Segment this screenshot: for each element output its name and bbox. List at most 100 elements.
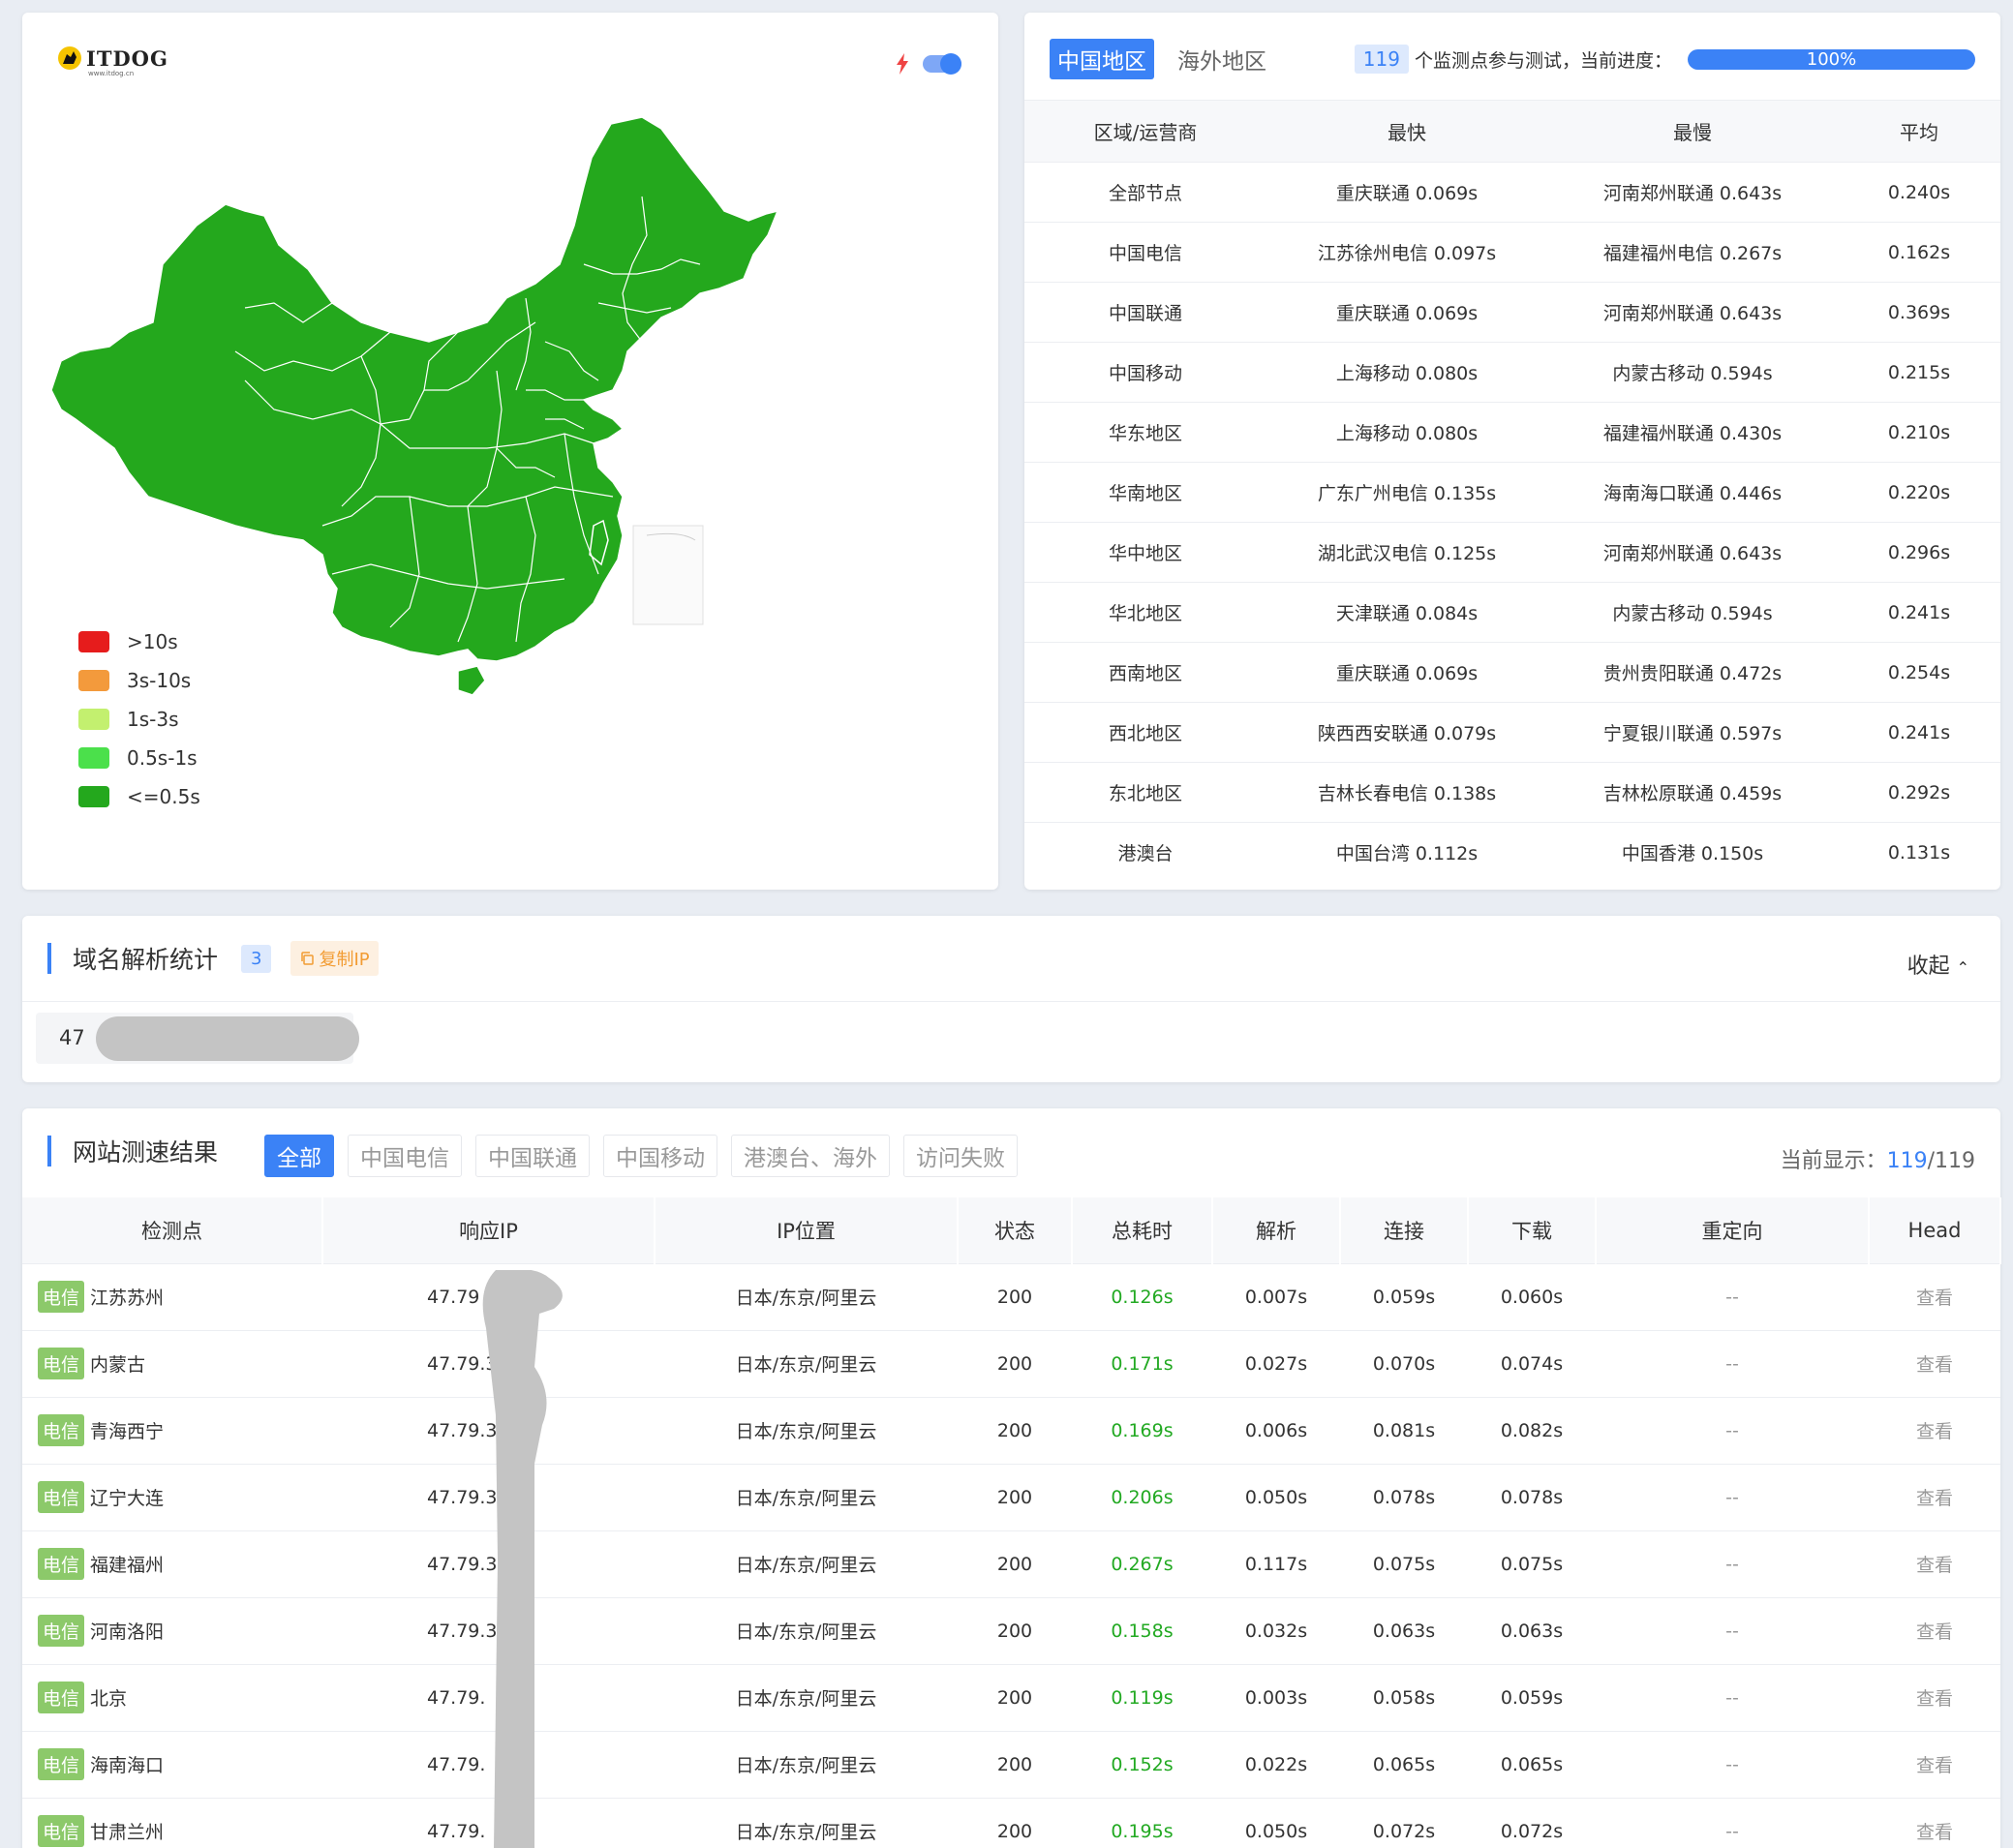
- status-code: 200: [958, 1463, 1072, 1530]
- table-row: 电信 北京 47.79. 日本/东京/阿里云 200 0.119s 0.003s 0.058s…: [22, 1663, 2000, 1731]
- showing-label: 当前显示：: [1780, 1149, 1887, 1173]
- results-header-cell[interactable]: 响应IP: [322, 1197, 656, 1263]
- stats-average: 0.162s: [1838, 222, 2000, 283]
- stats-region: 华南地区: [1024, 462, 1266, 523]
- stats-row: 中国电信 江苏徐州电信 0.097s 福建福州电信 0.267s 0.162s: [1024, 222, 2000, 283]
- stats-fastest: 江苏徐州电信 0.097s: [1266, 222, 1547, 283]
- stats-row: 全部节点 重庆联通 0.069s 河南郑州联通 0.643s 0.240s: [1024, 162, 2000, 223]
- filter-tab[interactable]: 中国移动: [603, 1135, 717, 1177]
- stats-fastest: 广东广州电信 0.135s: [1266, 462, 1547, 523]
- stats-region: 中国电信: [1024, 222, 1266, 283]
- region-stats-table: 区域/运营商 最快 最慢 平均 全部节点 重庆联通 0.069s 河南郑州联通 0.643…: [1024, 100, 2000, 883]
- filter-tab[interactable]: 全部: [264, 1135, 334, 1177]
- head-view-link[interactable]: 查看: [1869, 1329, 2000, 1397]
- connect-time: 0.075s: [1340, 1530, 1468, 1597]
- stats-region: 西南地区: [1024, 642, 1266, 703]
- filter-tab[interactable]: 港澳台、海外: [731, 1135, 890, 1177]
- brand-name: ITDOG: [86, 45, 168, 71]
- location-name: 河南洛阳: [90, 1621, 165, 1643]
- collapse-button[interactable]: 收起 ⌃: [1907, 949, 1969, 980]
- isp-badge: 电信: [38, 1615, 85, 1647]
- results-header-cell[interactable]: 状态: [958, 1197, 1073, 1263]
- redirect: --: [1596, 1730, 1869, 1798]
- stats-header-cell: 平均: [1838, 100, 2000, 163]
- response-ip: 47.79.3: [322, 1463, 655, 1530]
- connect-time: 0.063s: [1340, 1596, 1468, 1664]
- total-time: 0.119s: [1072, 1663, 1212, 1731]
- stats-slowest: 贵州贵阳联通 0.472s: [1547, 642, 1838, 703]
- stats-average: 0.215s: [1838, 342, 2000, 403]
- table-row: 电信 福建福州 47.79.3 日本/东京/阿里云 200 0.267s 0.117s 0.0…: [22, 1530, 2000, 1597]
- tab-china[interactable]: 中国地区: [1050, 39, 1154, 79]
- copy-icon: [301, 952, 315, 965]
- stats-average: 0.254s: [1838, 642, 2000, 703]
- download-time: 0.063s: [1468, 1596, 1596, 1664]
- download-time: 0.060s: [1468, 1262, 1596, 1330]
- legend-item: 0.5s-1s: [78, 739, 200, 777]
- stats-row: 华北地区 天津联通 0.084s 内蒙古移动 0.594s 0.241s: [1024, 582, 2000, 643]
- stats-slowest: 吉林松原联通 0.459s: [1547, 762, 1838, 823]
- stats-row: 中国移动 上海移动 0.080s 内蒙古移动 0.594s 0.215s: [1024, 342, 2000, 403]
- head-view-link[interactable]: 查看: [1869, 1730, 2000, 1798]
- redirect: --: [1596, 1463, 1869, 1530]
- head-view-link[interactable]: 查看: [1869, 1596, 2000, 1664]
- ip-location: 日本/东京/阿里云: [655, 1730, 958, 1798]
- status-code: 200: [958, 1663, 1072, 1731]
- filter-tab[interactable]: 中国联通: [475, 1135, 590, 1177]
- stats-slowest: 内蒙古移动 0.594s: [1547, 582, 1838, 643]
- dns-time: 0.027s: [1212, 1329, 1340, 1397]
- legend-item: <=0.5s: [78, 777, 200, 816]
- location-name: 辽宁大连: [90, 1488, 165, 1509]
- stats-slowest: 河南郑州联通 0.643s: [1547, 162, 1838, 223]
- stats-fastest: 重庆联通 0.069s: [1266, 282, 1547, 343]
- results-header-cell[interactable]: 下载: [1468, 1197, 1597, 1263]
- results-header-cell[interactable]: 重定向: [1596, 1197, 1870, 1263]
- results-header-cell[interactable]: Head: [1869, 1197, 2001, 1263]
- response-ip: 47.79.3: [322, 1596, 655, 1664]
- stats-average: 0.210s: [1838, 402, 2000, 463]
- probe-location: 电信 福建福州: [22, 1530, 322, 1597]
- lightning-icon[interactable]: [896, 53, 909, 75]
- hainan-shape[interactable]: [457, 665, 486, 696]
- results-header-cell[interactable]: IP位置: [655, 1197, 959, 1263]
- head-view-link[interactable]: 查看: [1869, 1463, 2000, 1530]
- results-header-cell[interactable]: 总耗时: [1072, 1197, 1213, 1263]
- live-mode-toggle[interactable]: [923, 53, 961, 75]
- results-header-cell[interactable]: 检测点: [22, 1197, 323, 1263]
- location-name: 内蒙古: [90, 1354, 146, 1376]
- ip-location: 日本/东京/阿里云: [655, 1329, 958, 1397]
- total-time: 0.158s: [1072, 1596, 1212, 1664]
- filter-tab[interactable]: 访问失败: [903, 1135, 1018, 1177]
- stats-slowest: 河南郑州联通 0.643s: [1547, 282, 1838, 343]
- section-accent-bar: [47, 943, 51, 974]
- stats-fastest: 上海移动 0.080s: [1266, 342, 1547, 403]
- dns-time: 0.007s: [1212, 1262, 1340, 1330]
- resolved-ip-chip[interactable]: 47: [36, 1013, 359, 1064]
- map-panel: ITDOG www.itdog.cn >10s 3s-10s 1s-3s 0.5…: [22, 13, 998, 890]
- dns-time: 0.006s: [1212, 1396, 1340, 1464]
- results-header-cell[interactable]: 解析: [1212, 1197, 1341, 1263]
- legend-item: 3s-10s: [78, 661, 200, 700]
- download-time: 0.082s: [1468, 1396, 1596, 1464]
- head-view-link[interactable]: 查看: [1869, 1797, 2000, 1848]
- total-time: 0.126s: [1072, 1262, 1212, 1330]
- download-time: 0.072s: [1468, 1797, 1596, 1848]
- redaction-blur: [96, 1016, 359, 1061]
- filter-tab[interactable]: 中国电信: [348, 1135, 462, 1177]
- isp-badge: 电信: [38, 1414, 85, 1446]
- stats-fastest: 陕西西安联通 0.079s: [1266, 702, 1547, 763]
- head-view-link[interactable]: 查看: [1869, 1530, 2000, 1597]
- legend-swatch: [78, 747, 109, 769]
- stats-slowest: 海南海口联通 0.446s: [1547, 462, 1838, 523]
- table-row: 电信 河南洛阳 47.79.3 日本/东京/阿里云 200 0.158s 0.032s 0.0…: [22, 1596, 2000, 1664]
- head-view-link[interactable]: 查看: [1869, 1262, 2000, 1330]
- head-view-link[interactable]: 查看: [1869, 1396, 2000, 1464]
- progress-bar: 100%: [1688, 48, 1975, 70]
- section-accent-bar: [47, 1136, 51, 1166]
- status-code: 200: [958, 1596, 1072, 1664]
- stats-region: 中国联通: [1024, 282, 1266, 343]
- tab-overseas[interactable]: 海外地区: [1170, 39, 1274, 79]
- head-view-link[interactable]: 查看: [1869, 1663, 2000, 1731]
- results-header-cell[interactable]: 连接: [1340, 1197, 1469, 1263]
- copy-ip-button[interactable]: 复制IP: [290, 941, 379, 976]
